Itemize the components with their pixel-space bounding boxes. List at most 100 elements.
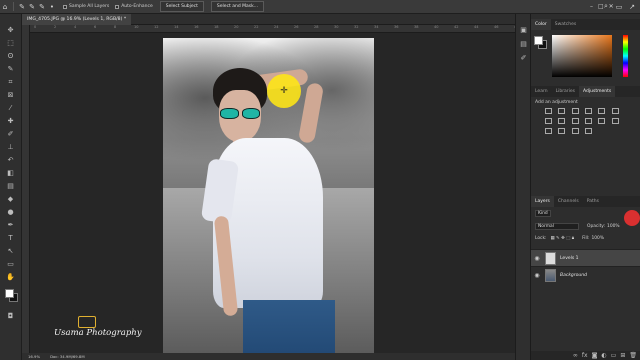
adjustments-tab-adjustments[interactable]: Adjustments	[579, 86, 616, 97]
ruler-tick-label: 30	[334, 25, 339, 29]
select-and-mask-button[interactable]: Select and Mask...	[210, 1, 265, 12]
quick-mask-icon[interactable]: ◘	[5, 312, 16, 321]
maximize-icon[interactable]: □	[598, 3, 604, 10]
new-layer-icon[interactable]: ⊞	[620, 351, 625, 360]
delete-layer-icon[interactable]: 🗑︎	[629, 351, 637, 360]
foreground-color-swatch[interactable]	[5, 289, 14, 298]
fill-value[interactable]: 100%	[591, 236, 604, 241]
new-group-icon[interactable]: ▭	[611, 351, 617, 360]
photo-canvas[interactable]: ✛	[163, 38, 374, 353]
type-tool-icon[interactable]: T	[5, 234, 16, 243]
brush-tool-icon[interactable]: ✐	[5, 130, 16, 139]
invert-icon[interactable]	[611, 118, 619, 124]
adjustments-tab-learn[interactable]: Learn	[531, 86, 552, 97]
crop-tool-icon[interactable]: ⌗	[5, 78, 16, 87]
hue-saturation-icon[interactable]	[611, 108, 619, 114]
levels-icon[interactable]	[558, 108, 566, 114]
blur-tool-icon[interactable]: ◆	[5, 195, 16, 204]
checkbox-box	[63, 4, 67, 9]
visibility-eye-icon[interactable]: ◉	[531, 255, 543, 262]
link-layers-icon[interactable]: ∞	[573, 351, 578, 360]
black-white-icon[interactable]	[558, 118, 566, 124]
close-icon[interactable]: ✕	[609, 3, 614, 10]
subject-sunglasses	[220, 108, 260, 119]
layer-row-background[interactable]: ◉ Background	[531, 266, 640, 283]
workspace-icon[interactable]: ▭	[614, 2, 624, 12]
hue-slider[interactable]	[623, 35, 628, 77]
exposure-icon[interactable]	[584, 108, 592, 114]
layer-style-icon[interactable]: fx	[582, 351, 588, 360]
opacity-value[interactable]: 100%	[607, 224, 620, 229]
eyedropper-tool-icon[interactable]: ⁄	[5, 104, 16, 113]
move-tool-icon[interactable]: ✥	[5, 26, 16, 35]
brush-settings-icon[interactable]: ✐	[519, 54, 528, 63]
add-to-selection-icon[interactable]: ✎	[37, 2, 47, 12]
layer-filter-row: Kind	[535, 210, 551, 217]
visibility-eye-icon[interactable]: ◉	[531, 272, 543, 279]
document-tab[interactable]: IMG_4705.JPG @ 16.9% (Levels 1, RGB/8) *	[22, 14, 132, 25]
ruler-tick-label: 16	[194, 25, 199, 29]
posterize-icon[interactable]	[545, 128, 552, 134]
lock-icons[interactable]: ▦ ✎ ✥ ⬚ 🔒︎	[551, 235, 575, 241]
canvas-area[interactable]: ✛ Usama Photography	[30, 33, 532, 353]
color-balance-icon[interactable]	[545, 118, 552, 124]
minimize-icon[interactable]: –	[590, 3, 593, 10]
gradient-tool-icon[interactable]: ▤	[5, 182, 16, 191]
color-panel-foreground-swatch[interactable]	[534, 36, 543, 45]
healing-brush-tool-icon[interactable]: ✚	[5, 117, 16, 126]
pen-tool-icon[interactable]: ✒	[5, 221, 16, 230]
curves-icon[interactable]	[571, 108, 579, 114]
layers-tab-paths[interactable]: Paths	[583, 196, 603, 207]
ruler-tick-label: 24	[274, 25, 279, 29]
sample-all-layers-checkbox[interactable]: Sample All Layers	[63, 4, 109, 9]
auto-enhance-checkbox[interactable]: Auto-Enhance	[115, 4, 153, 9]
new-selection-icon[interactable]: ✎	[27, 2, 37, 12]
quick-selection-tool-icon[interactable]: ✎	[17, 2, 27, 12]
vibrance-icon[interactable]	[598, 108, 606, 114]
layers-tab-channels[interactable]: Channels	[554, 196, 583, 207]
layers-tab-layers[interactable]: Layers	[531, 196, 554, 207]
lock-row: Lock: ▦ ✎ ✥ ⬚ 🔒︎ Fill: 100%	[535, 235, 604, 242]
dodge-tool-icon[interactable]: ●	[5, 208, 16, 217]
channel-mixer-icon[interactable]	[584, 118, 592, 124]
selective-color-icon[interactable]	[584, 128, 592, 134]
share-icon[interactable]: ↗	[627, 2, 637, 12]
clone-stamp-tool-icon[interactable]: ⊥	[5, 143, 16, 152]
history-brush-tool-icon[interactable]: ↶	[5, 156, 16, 165]
fill-label: Fill:	[582, 235, 590, 241]
ruler-tick-label: 28	[314, 25, 319, 29]
threshold-icon[interactable]	[558, 128, 566, 134]
brush-size-icon[interactable]: •	[47, 2, 57, 12]
frame-tool-icon[interactable]: ⊠	[5, 91, 16, 100]
add-mask-icon[interactable]: ◙	[592, 351, 598, 360]
kind-filter-dropdown[interactable]: Kind	[535, 210, 551, 217]
lock-label: Lock:	[535, 235, 547, 241]
color-tab-swatches[interactable]: Swatches	[551, 19, 581, 30]
zoom-level[interactable]: 16.9%	[28, 353, 40, 360]
color-lookup-icon[interactable]	[598, 118, 606, 124]
color-tab-color[interactable]: Color	[531, 19, 551, 30]
select-subject-button[interactable]: Select Subject	[159, 1, 204, 12]
levels-adjustment-thumbnail	[545, 251, 556, 265]
marquee-tool-icon[interactable]: ⬚	[5, 39, 16, 48]
lasso-tool-icon[interactable]: ʘ	[5, 52, 16, 61]
photo-filter-icon[interactable]	[571, 118, 579, 124]
quick-selection-tool-icon[interactable]: ✎	[5, 65, 16, 74]
eraser-tool-icon[interactable]: ◧	[5, 169, 16, 178]
rectangle-tool-icon[interactable]: ▭	[5, 260, 16, 269]
adjustments-tab-libraries[interactable]: Libraries	[552, 86, 579, 97]
hand-tool-icon[interactable]: ✋	[5, 273, 16, 282]
gradient-map-icon[interactable]	[571, 128, 579, 134]
home-icon[interactable]: ⌂	[0, 2, 10, 12]
path-selection-tool-icon[interactable]: ↖	[5, 247, 16, 256]
layer-row-levels[interactable]: ◉ Levels 1	[531, 249, 640, 266]
ruler-tick-label: 40	[434, 25, 439, 29]
properties-icon[interactable]: ▤	[519, 40, 528, 49]
blend-mode-dropdown[interactable]: Normal	[535, 223, 579, 230]
layers-panel-tabs: Layers Channels Paths	[531, 196, 640, 207]
color-picker-field[interactable]	[552, 35, 612, 77]
brightness-contrast-icon[interactable]	[545, 108, 552, 114]
history-icon[interactable]: ▣	[519, 26, 528, 35]
new-adjustment-icon[interactable]: ◐	[601, 351, 606, 360]
divider	[13, 2, 14, 11]
